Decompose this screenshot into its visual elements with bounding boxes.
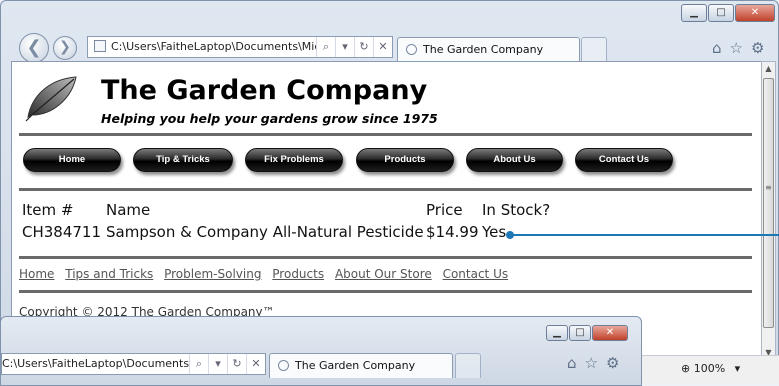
scroll-grip-icon: ≡: [765, 183, 772, 192]
nav-products-button[interactable]: Products: [356, 148, 454, 172]
back-button[interactable]: ❮: [19, 33, 49, 63]
leaf-logo-icon: [25, 76, 77, 122]
table-cell: $14.99: [426, 223, 479, 241]
address-bar[interactable]: C:\Users\FaitheLaptop\Documents\Micr ⌕ ▾…: [87, 36, 393, 58]
favorites-icon[interactable]: ☆: [730, 39, 743, 57]
refresh-icon[interactable]: ↻: [354, 37, 373, 57]
scroll-thumb[interactable]: [763, 78, 774, 328]
nav-fix-problems-button[interactable]: Fix Problems: [245, 148, 343, 172]
zoom-control[interactable]: ⊕ 100% ▾: [681, 362, 740, 375]
maximize-button[interactable]: □: [708, 4, 734, 22]
callout-line: [510, 234, 779, 236]
divider: [19, 188, 752, 191]
ie-page-icon: [406, 44, 417, 55]
footer-link-contact[interactable]: Contact Us: [443, 267, 509, 281]
table-header: Item #: [22, 201, 74, 219]
nav-about-button[interactable]: About Us: [466, 148, 563, 172]
minimize-button[interactable]: ▁: [546, 325, 568, 341]
toolbar-icons: ⌂ ☆ ⚙: [712, 39, 764, 57]
vertical-scrollbar[interactable]: ▲ ≡ ▼: [761, 61, 776, 361]
table-header: Name: [106, 201, 151, 219]
toolbar-icons: ⌂ ☆ ⚙: [567, 354, 619, 372]
minimize-button[interactable]: ▁: [681, 4, 707, 22]
window-caption-buttons: ▁ □ ✕: [546, 325, 628, 341]
forward-arrow-icon: ❯: [59, 39, 71, 55]
table-cell: Yes: [482, 223, 507, 241]
scroll-up-icon[interactable]: ▲: [762, 62, 775, 76]
site-tagline: Helping you help your gardens grow since…: [101, 111, 438, 126]
address-text: C:\Users\FaitheLaptop\Documents\Micr: [111, 40, 325, 53]
home-icon[interactable]: ⌂: [567, 354, 577, 372]
table-header: Price: [426, 201, 463, 219]
chevron-down-icon[interactable]: ▾: [735, 362, 741, 375]
tab-the-garden-company[interactable]: The Garden Company: [269, 353, 453, 378]
zoom-icon: ⊕: [681, 362, 691, 375]
new-tab-button[interactable]: [455, 353, 481, 378]
chevron-down-icon[interactable]: ▾: [208, 354, 227, 374]
footer-link-tips[interactable]: Tips and Tricks: [65, 267, 153, 281]
address-text: C:\Users\FaitheLaptop\Documents\M: [2, 357, 203, 370]
status-bar: ⊕ 100% ▾: [642, 355, 779, 383]
back-arrow-icon: ❮: [26, 37, 42, 58]
window-caption-buttons: ▁ □ ✕: [681, 4, 775, 22]
chevron-down-icon[interactable]: ▾: [335, 37, 354, 57]
address-bar[interactable]: C:\Users\FaitheLaptop\Documents\M ⌕ ▾ ↻ …: [1, 353, 266, 375]
divider: [19, 256, 752, 259]
stop-icon[interactable]: ✕: [246, 354, 265, 374]
stop-icon[interactable]: ✕: [373, 37, 392, 57]
address-tools: ⌕ ▾ ↻ ✕: [316, 37, 392, 57]
nav-contact-button[interactable]: Contact Us: [575, 148, 673, 172]
footer-link-problem-solving[interactable]: Problem-Solving: [164, 267, 261, 281]
zoom-level: 100%: [693, 362, 726, 375]
favorites-icon[interactable]: ☆: [585, 354, 598, 372]
home-icon[interactable]: ⌂: [712, 39, 722, 57]
search-icon[interactable]: ⌕: [316, 37, 335, 57]
nav-home-button[interactable]: Home: [23, 148, 121, 172]
divider: [19, 133, 752, 136]
footer-link-products[interactable]: Products: [272, 267, 324, 281]
close-button[interactable]: ✕: [735, 4, 775, 22]
site-title: The Garden Company: [101, 75, 428, 106]
footer-links: Home Tips and Tricks Problem-Solving Pro…: [19, 267, 515, 281]
footer-link-home[interactable]: Home: [19, 267, 54, 281]
table-cell: CH384711: [22, 223, 102, 241]
tools-icon[interactable]: ⚙: [606, 354, 619, 372]
nav-tips-button[interactable]: Tip & Tricks: [133, 148, 233, 172]
maximize-button[interactable]: □: [569, 325, 591, 341]
table-header: In Stock?: [482, 201, 551, 219]
new-tab-button[interactable]: [581, 37, 607, 62]
browser-window-back: ▁ □ ✕ C:\Users\FaitheLaptop\Documents\M …: [0, 316, 642, 386]
tab-title: The Garden Company: [295, 359, 416, 372]
footer-link-about[interactable]: About Our Store: [335, 267, 432, 281]
search-icon[interactable]: ⌕: [189, 354, 208, 374]
tools-icon[interactable]: ⚙: [751, 39, 764, 57]
ie-page-icon: [278, 360, 289, 371]
tab-the-garden-company[interactable]: The Garden Company: [397, 37, 580, 62]
callout-dot: [506, 231, 514, 239]
address-tools: ⌕ ▾ ↻ ✕: [189, 354, 265, 374]
tab-title: The Garden Company: [423, 43, 544, 56]
table-cell: Sampson & Company All-Natural Pesticide: [106, 223, 424, 241]
forward-button[interactable]: ❯: [53, 36, 77, 60]
refresh-icon[interactable]: ↻: [227, 354, 246, 374]
page-icon: [94, 40, 106, 52]
divider: [19, 290, 752, 293]
close-button[interactable]: ✕: [592, 325, 628, 341]
